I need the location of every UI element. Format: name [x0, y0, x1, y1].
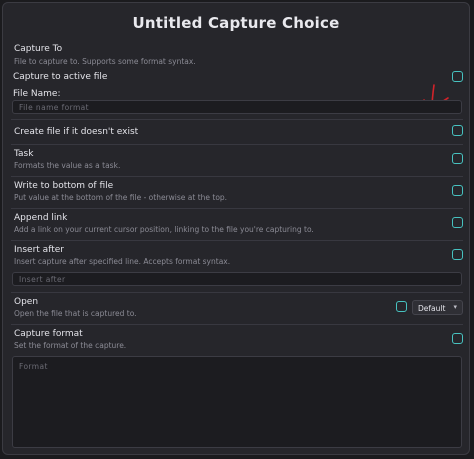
append-link-checkbox[interactable]: [452, 217, 463, 228]
append-link-label: Append link: [14, 213, 68, 223]
open-label: Open: [14, 297, 39, 307]
write-bottom-description: Put value at the bottom of the file - ot…: [14, 193, 228, 202]
file-name-input[interactable]: File name format: [12, 100, 462, 114]
modal-title: Untitled Capture Choice: [132, 14, 340, 32]
task-checkbox[interactable]: [452, 153, 463, 164]
capture-format-label: Capture format: [14, 329, 83, 339]
open-mode-value: Default: [418, 303, 446, 313]
file-name-label: File Name:: [13, 89, 61, 99]
divider: [11, 292, 463, 293]
capture-active-label: Capture to active file: [13, 72, 108, 82]
open-mode-select[interactable]: Default ▾: [412, 300, 463, 315]
write-bottom-label: Write to bottom of file: [14, 181, 114, 191]
chevron-down-icon: ▾: [453, 303, 457, 311]
insert-after-description: Insert capture after specified line. Acc…: [14, 257, 231, 266]
divider: [11, 324, 463, 325]
write-bottom-checkbox[interactable]: [452, 185, 463, 196]
create-if-missing-checkbox[interactable]: [452, 125, 463, 136]
capture-format-placeholder: Format: [19, 362, 48, 371]
capture-to-description: File to capture to. Supports some format…: [14, 57, 196, 66]
capture-format-textarea[interactable]: Format: [12, 356, 462, 448]
capture-to-label: Capture To: [14, 44, 63, 54]
open-checkbox[interactable]: [396, 301, 407, 312]
append-link-description: Add a link on your current cursor positi…: [14, 225, 314, 234]
divider: [11, 119, 463, 120]
insert-after-label: Insert after: [14, 245, 64, 255]
task-description: Formats the value as a task.: [14, 161, 121, 170]
insert-after-checkbox[interactable]: [452, 249, 463, 260]
divider: [11, 144, 463, 145]
divider: [11, 208, 463, 209]
capture-format-checkbox[interactable]: [452, 333, 463, 344]
insert-after-input[interactable]: Insert after: [12, 272, 462, 286]
capture-format-description: Set the format of the capture.: [14, 341, 127, 350]
capture-choice-modal: Untitled Capture Choice Capture To File …: [2, 2, 470, 455]
insert-after-placeholder: Insert after: [19, 275, 66, 284]
capture-active-checkbox[interactable]: [452, 71, 463, 82]
task-label: Task: [14, 149, 34, 159]
open-description: Open the file that is captured to.: [14, 309, 137, 318]
create-if-missing-label: Create file if it doesn't exist: [14, 127, 139, 137]
divider: [11, 240, 463, 241]
file-name-placeholder: File name format: [19, 103, 90, 112]
divider: [11, 176, 463, 177]
